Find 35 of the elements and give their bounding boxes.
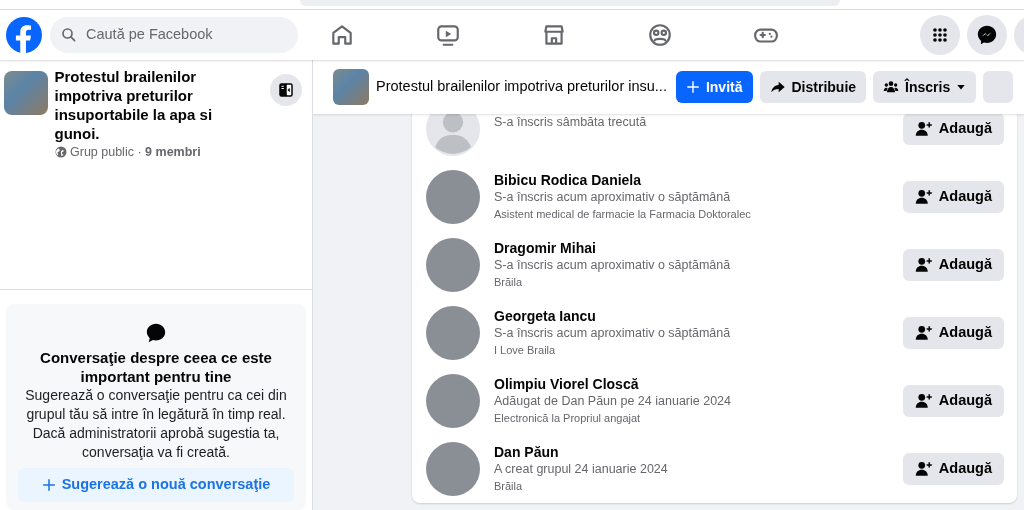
joined-button[interactable]: Înscris [873, 71, 977, 103]
group-name: Protestul brailenilor impotriva preturilor insuportabile la apa si gunoi. [54, 67, 214, 143]
search-field[interactable]: Caută pe Facebook [50, 17, 298, 53]
member-count: 9 membri [145, 144, 201, 161]
member-name[interactable]: Dan Păun [494, 444, 668, 461]
add-friend-button[interactable]: Adaugă [902, 249, 1004, 281]
member-status: A creat grupul 24 ianuarie 2024 [494, 461, 668, 478]
member-detail: Brăila [494, 479, 524, 494]
conversation-description: Sugerează o conversaţie pentru ca cei din grupul tău să intre în legătură în timp real. Dacă administratorii aprobă sugestia ta, conversaţia va fi creată. [24, 386, 288, 462]
add-friend-button[interactable]: Adaugă [902, 114, 1004, 145]
add-friend-button[interactable]: Adaugă [902, 181, 1004, 213]
member-status: S-a înscris acum aproximativ o săptămână [494, 257, 731, 274]
group-title: Protestul brailenilor impotriva preturilor insu... [376, 77, 667, 97]
member-name[interactable]: Bibicu Rodica Daniela [494, 172, 751, 189]
member-name[interactable]: Georgeta Iancu [494, 308, 731, 325]
member-name[interactable]: Dragomir Mihai [494, 240, 731, 257]
member-detail: I Love Braila [494, 343, 557, 358]
member-status: Adăugat de Dan Păun pe 24 ianuarie 2024 [494, 393, 731, 410]
group-privacy: Grup public [70, 144, 134, 161]
member-detail: Asistent medical de farmacie la Farmacia Doktoralec [494, 207, 751, 222]
member-detail: Brăila [494, 275, 524, 290]
member-status: S-a înscris sâmbăta trecută [494, 114, 647, 131]
member-status: S-a înscris acum aproximativ o săptămână [494, 189, 732, 206]
invite-button[interactable]: Invită [675, 71, 753, 103]
add-friend-button[interactable]: Adaugă [902, 385, 1004, 417]
member-detail: Electronică la Propriul angajat [494, 411, 642, 426]
add-friend-button[interactable]: Adaugă [902, 317, 1004, 349]
member-name[interactable]: Olimpiu Viorel Closcă [494, 376, 731, 393]
conversation-title: Conversaţie despre ceea ce este important pentru tine [39, 348, 273, 386]
share-button[interactable]: Distribuie [759, 71, 867, 103]
add-friend-button[interactable]: Adaugă [902, 453, 1004, 485]
search-input[interactable]: Caută pe Facebook [84, 23, 284, 47]
separator-dot: · [137, 144, 142, 161]
member-status: S-a înscris acum aproximativ o săptămână [494, 325, 731, 342]
suggest-conversation-button[interactable]: Sugerează o nouă conversaţie [18, 468, 294, 502]
